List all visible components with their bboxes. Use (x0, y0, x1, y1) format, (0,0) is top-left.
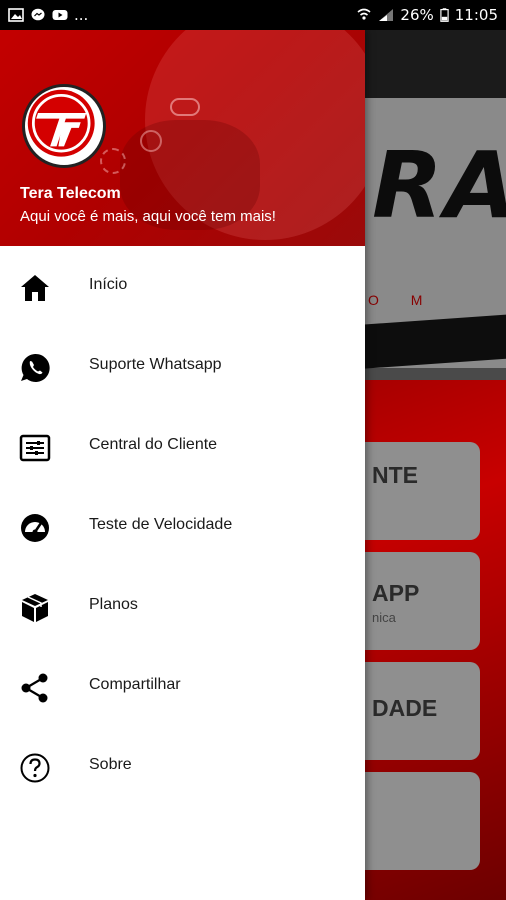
menu-item-teste-de-velocidade[interactable]: Teste de Velocidade (0, 486, 365, 566)
signal-icon (379, 9, 394, 21)
clock: 11:05 (454, 6, 498, 24)
cloud-icon (170, 98, 200, 116)
menu-item-label: Central do Cliente (89, 436, 218, 453)
status-bar-left: ... (8, 6, 88, 24)
drawer-subtitle: Aqui você é mais, aqui você tem mais! (20, 208, 276, 225)
wifi-alarm-icon (357, 8, 371, 20)
menu-item-label: Compartilhar (89, 676, 181, 693)
notification-overflow: ... (74, 6, 89, 24)
messenger-icon (31, 8, 45, 21)
drawer-menu: Início Suporte Whatsapp Central do Clien… (0, 246, 365, 806)
menu-item-label: Sobre (89, 756, 132, 773)
battery-icon (440, 8, 449, 22)
home-icon (21, 275, 49, 301)
image-icon (8, 8, 24, 22)
app-card-2-title: APP (372, 580, 420, 606)
hero-logo-subtitle: O M (368, 292, 437, 308)
navigation-drawer: Tera Telecom Aqui você é mais, aqui você… (0, 30, 365, 900)
whatsapp-icon (21, 353, 50, 382)
settings-panel-icon (19, 434, 51, 462)
gear-icon (100, 148, 126, 174)
menu-item-label: Teste de Velocidade (89, 516, 233, 533)
drawer-title: Tera Telecom (20, 185, 121, 202)
ring-icon (140, 130, 162, 152)
app-card-2-subtitle: nica (372, 610, 396, 625)
help-circle-icon (20, 753, 50, 783)
box-icon (22, 594, 48, 622)
youtube-icon (52, 10, 68, 20)
tera-logo-icon (27, 89, 95, 157)
menu-item-inicio[interactable]: Início (0, 246, 365, 326)
status-bar: ... 26% 11:05 (0, 0, 506, 30)
battery-percent: 26% (400, 6, 434, 24)
menu-item-label: Suporte Whatsapp (89, 356, 222, 373)
brand-logo (22, 84, 106, 168)
drawer-header: Tera Telecom Aqui você é mais, aqui você… (0, 30, 365, 246)
menu-item-suporte-whatsapp[interactable]: Suporte Whatsapp (0, 326, 365, 406)
menu-item-central-do-cliente[interactable]: Central do Cliente (0, 406, 365, 486)
menu-item-label: Planos (89, 596, 138, 613)
menu-item-sobre[interactable]: Sobre (0, 726, 365, 806)
app-card-3-title: DADE (372, 695, 438, 721)
hero-logo-text: RA (372, 132, 506, 239)
status-bar-right: 26% 11:05 (356, 6, 498, 24)
share-icon (21, 673, 48, 703)
menu-item-label: Início (89, 276, 128, 293)
menu-item-planos[interactable]: Planos (0, 566, 365, 646)
menu-item-compartilhar[interactable]: Compartilhar (0, 646, 365, 726)
app-card-1-title: NTE (372, 462, 418, 488)
speedometer-icon (21, 514, 49, 542)
